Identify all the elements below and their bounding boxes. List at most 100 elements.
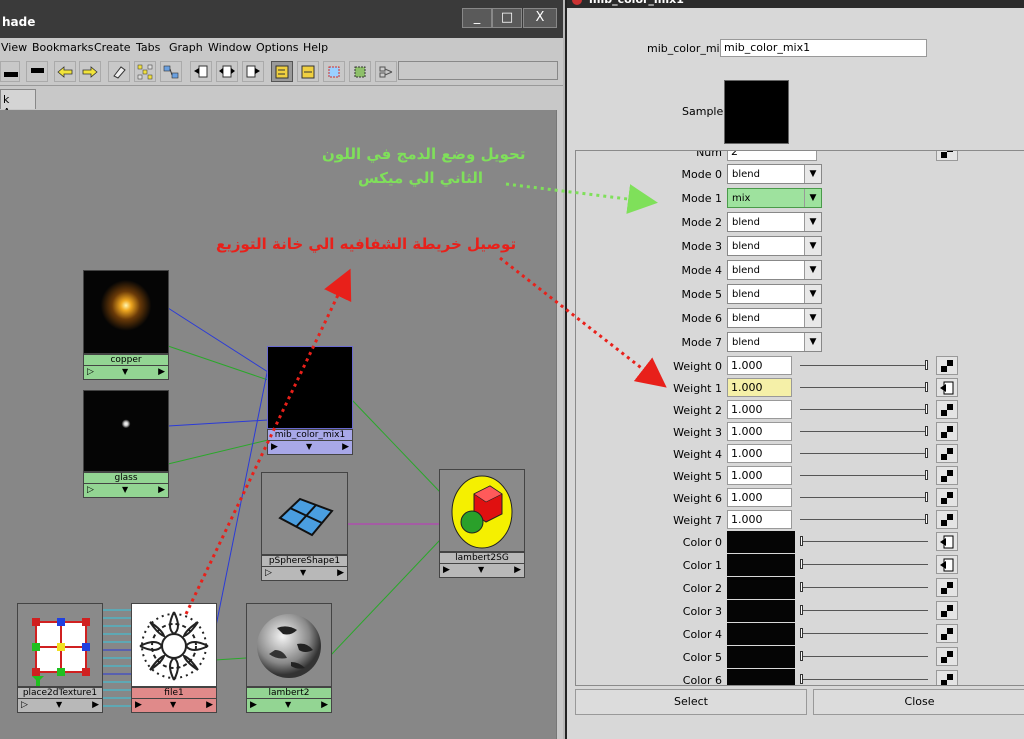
tab-work-area[interactable]: k Area	[0, 89, 36, 119]
color-swatch[interactable]	[727, 669, 795, 685]
weight-slider[interactable]	[800, 492, 928, 502]
weight-slider[interactable]	[800, 360, 928, 370]
color-slider[interactable]	[800, 674, 928, 684]
chevron-down-icon[interactable]: ▼	[804, 309, 821, 327]
chevron-down-icon[interactable]: ▼	[804, 333, 821, 351]
port-expand-icon[interactable]: ▼	[300, 568, 306, 577]
color-swatch[interactable]	[727, 554, 795, 576]
graph-select-icon[interactable]	[323, 61, 345, 82]
chevron-down-icon[interactable]: ▼	[804, 261, 821, 279]
menu-bookmarks[interactable]: Bookmarks	[32, 41, 93, 54]
color-slider[interactable]	[800, 582, 928, 592]
toolbar-search-field[interactable]	[398, 61, 558, 80]
attribute-scroll-area[interactable]: Num 2 Mode 0 blend ▼ Mode 1 mix ▼ Mode 2 b…	[575, 150, 1024, 686]
mode-dropdown[interactable]: blend ▼	[727, 332, 822, 352]
num-map-button[interactable]	[936, 151, 958, 161]
weight-input[interactable]: 1.000	[727, 488, 792, 507]
slider-handle[interactable]	[925, 404, 928, 414]
close-window-button[interactable]: X	[523, 8, 557, 28]
graph-toggle-icon[interactable]	[375, 61, 397, 82]
port-in-icon[interactable]: ▶	[135, 700, 142, 710]
chevron-down-icon[interactable]: ▼	[804, 165, 821, 183]
hypershade-work-area[interactable]: copper ▷ ▼ ▶ glass ▷ ▼ ▶ mib_color_mix1 ▶ ▼ ▶	[0, 110, 556, 739]
checker-map-icon[interactable]	[936, 578, 958, 597]
weight-input[interactable]: 1.000	[727, 422, 792, 441]
slider-handle[interactable]	[925, 448, 928, 458]
weight-input[interactable]: 1.000	[727, 444, 792, 463]
shading-network-icon[interactable]	[297, 61, 319, 82]
mode-dropdown[interactable]: blend ▼	[727, 284, 822, 304]
checker-map-icon[interactable]	[936, 624, 958, 643]
port-expand-icon[interactable]: ▼	[285, 700, 291, 709]
mode-dropdown[interactable]: blend ▼	[727, 308, 822, 328]
weight-slider[interactable]	[800, 404, 928, 414]
weight-slider[interactable]	[800, 514, 928, 524]
port-out-icon[interactable]: ▶	[158, 367, 165, 377]
toolbar-black-swatch-icon[interactable]	[26, 61, 48, 82]
port-in-icon[interactable]: ▷	[21, 700, 28, 710]
checker-map-icon[interactable]	[936, 356, 958, 375]
slider-handle[interactable]	[925, 360, 928, 370]
color-slider[interactable]	[800, 605, 928, 615]
menu-help[interactable]: Help	[303, 41, 328, 54]
close-button[interactable]: Close	[813, 689, 1024, 715]
slider-handle[interactable]	[800, 651, 803, 661]
weight-slider[interactable]	[800, 382, 928, 392]
port-out-icon[interactable]: ▶	[92, 700, 99, 710]
mode-dropdown[interactable]: blend ▼	[727, 236, 822, 256]
port-expand-icon[interactable]: ▼	[306, 442, 312, 451]
slider-handle[interactable]	[925, 514, 928, 524]
connected-map-icon[interactable]	[936, 378, 958, 397]
maximize-button[interactable]: □	[492, 8, 522, 28]
slider-handle[interactable]	[800, 674, 803, 684]
checker-map-icon[interactable]	[936, 466, 958, 485]
output-connections-icon[interactable]	[242, 61, 264, 82]
port-out-icon[interactable]: ▶	[321, 700, 328, 710]
checker-map-icon[interactable]	[936, 670, 958, 685]
port-in-icon[interactable]: ▷	[87, 485, 94, 495]
slider-handle[interactable]	[925, 426, 928, 436]
checker-map-icon[interactable]	[936, 488, 958, 507]
color-swatch[interactable]	[727, 577, 795, 599]
port-out-icon[interactable]: ▶	[158, 485, 165, 495]
mode-dropdown[interactable]: blend ▼	[727, 212, 822, 232]
port-in-icon[interactable]: ▶	[271, 442, 278, 452]
port-out-icon[interactable]: ▶	[337, 568, 344, 578]
port-expand-icon[interactable]: ▼	[170, 700, 176, 709]
menu-create[interactable]: Create	[94, 41, 131, 54]
slider-handle[interactable]	[800, 582, 803, 592]
checker-map-icon[interactable]	[936, 601, 958, 620]
connected-map-icon[interactable]	[936, 555, 958, 574]
rearrange-graph-icon[interactable]	[160, 61, 182, 82]
port-expand-icon[interactable]: ▼	[478, 565, 484, 574]
hypershade-scrollbar[interactable]	[556, 110, 563, 739]
minimize-button[interactable]: _	[462, 8, 492, 28]
toolbar-swatch-icon[interactable]	[0, 61, 20, 82]
chevron-down-icon[interactable]: ▼	[804, 285, 821, 303]
weight-input[interactable]: 1.000	[727, 400, 792, 419]
slider-handle[interactable]	[800, 605, 803, 615]
menu-tabs[interactable]: Tabs	[136, 41, 160, 54]
input-connections-icon[interactable]	[190, 61, 212, 82]
chevron-down-icon[interactable]: ▼	[804, 189, 821, 207]
menu-view[interactable]: View	[1, 41, 27, 54]
menu-graph[interactable]: Graph	[169, 41, 203, 54]
chevron-down-icon[interactable]: ▼	[804, 237, 821, 255]
select-button[interactable]: Select	[575, 689, 807, 715]
color-swatch[interactable]	[727, 623, 795, 645]
menu-window[interactable]: Window	[208, 41, 251, 54]
port-in-icon[interactable]: ▶	[443, 565, 450, 575]
num-input[interactable]: 2	[727, 151, 817, 161]
port-expand-icon[interactable]: ▼	[122, 485, 128, 494]
color-slider[interactable]	[800, 651, 928, 661]
checker-map-icon[interactable]	[936, 444, 958, 463]
connected-map-icon[interactable]	[936, 532, 958, 551]
slider-handle[interactable]	[925, 382, 928, 392]
color-swatch[interactable]	[727, 600, 795, 622]
weight-slider[interactable]	[800, 470, 928, 480]
weight-input[interactable]: 1.000	[727, 356, 792, 375]
weight-input[interactable]: 1.000	[727, 378, 792, 397]
checker-map-icon[interactable]	[936, 647, 958, 666]
slider-handle[interactable]	[800, 628, 803, 638]
port-expand-icon[interactable]: ▼	[56, 700, 62, 709]
